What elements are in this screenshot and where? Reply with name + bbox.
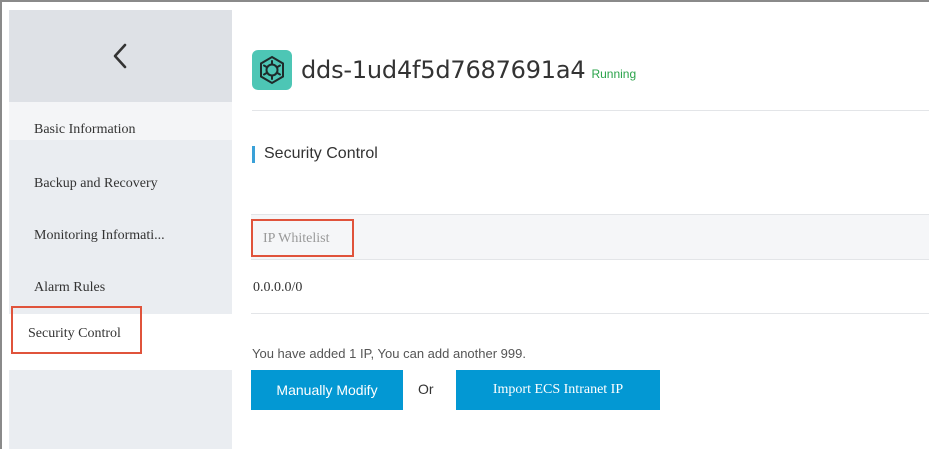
whitelist-ip-value: 0.0.0.0/0 — [253, 280, 303, 295]
instance-header: dds-1ud4f5d7687691a4 Running — [252, 46, 636, 94]
window-frame-left — [0, 0, 2, 449]
sidebar-item-basic-information[interactable]: Basic Information — [9, 102, 232, 140]
instance-name: dds-1ud4f5d7687691a4 — [301, 56, 586, 84]
header-divider — [252, 110, 929, 111]
whitelist-summary-text: You have added 1 IP, You can add another… — [252, 346, 526, 361]
database-gear-icon — [252, 50, 292, 90]
sidebar: Basic Information Backup and Recovery Mo… — [9, 10, 232, 449]
back-button[interactable] — [105, 38, 135, 74]
import-ecs-intranet-ip-button[interactable]: Import ECS Intranet IP — [456, 370, 660, 410]
window-frame-top — [0, 0, 929, 2]
table-row: 0.0.0.0/0 — [251, 260, 929, 314]
whitelist-table-header: IP Whitelist — [251, 214, 929, 260]
sidebar-item-label: Backup and Recovery — [34, 176, 158, 191]
sidebar-item-label: Monitoring Informati... — [34, 228, 165, 243]
sidebar-item-label: Basic Information — [34, 122, 136, 137]
status-badge: Running — [591, 67, 637, 81]
sidebar-item-monitoring-information[interactable]: Monitoring Informati... — [9, 210, 232, 262]
highlight-box-security-control — [11, 306, 142, 354]
section-accent-bar — [252, 145, 255, 163]
column-header-ip-whitelist: IP Whitelist — [263, 231, 330, 246]
or-separator: Or — [418, 381, 434, 397]
manually-modify-button[interactable]: Manually Modify — [251, 370, 403, 410]
section-title-text: Security Control — [264, 145, 378, 162]
sidebar-item-label: Alarm Rules — [34, 280, 106, 295]
sidebar-back-area — [9, 10, 232, 102]
chevron-left-icon — [113, 43, 127, 69]
section-title: Security Control — [252, 144, 378, 164]
sidebar-item-backup-and-recovery[interactable]: Backup and Recovery — [9, 158, 232, 210]
